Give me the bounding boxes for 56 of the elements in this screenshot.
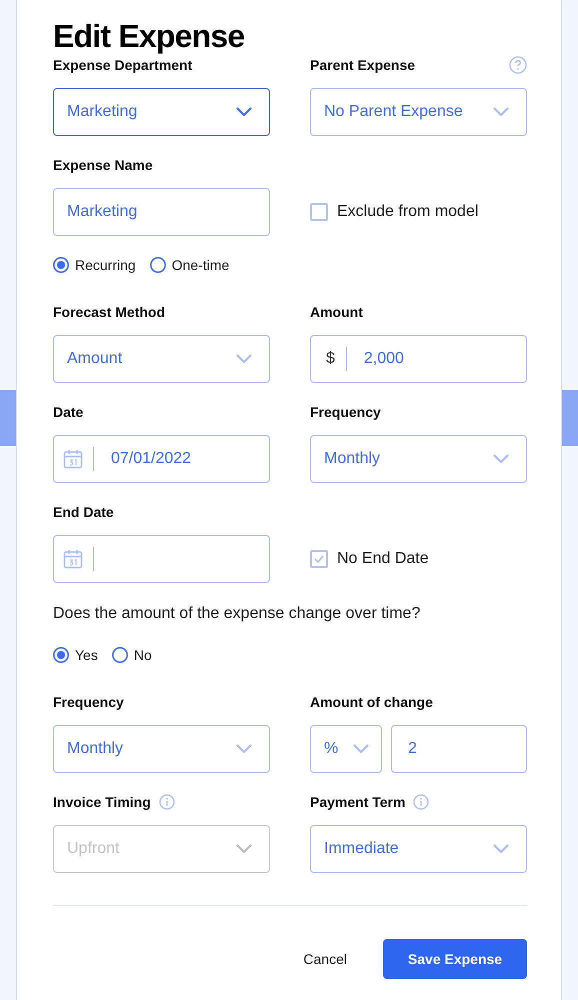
text-field[interactable]: Marketing — [53, 188, 270, 236]
chevron-down-icon — [493, 454, 509, 464]
help-icon[interactable] — [509, 56, 527, 74]
chevron-down-icon — [236, 844, 252, 854]
checkbox-label: No End Date — [337, 549, 429, 569]
field-label: Amount of change — [310, 693, 433, 712]
field-label: Date — [53, 403, 84, 422]
calendar-icon — [63, 549, 83, 569]
field-label: Expense Name — [53, 156, 153, 175]
dropdown[interactable]: Marketing — [53, 88, 270, 136]
radio-button[interactable] — [53, 647, 69, 663]
field-label: End Date — [53, 503, 114, 522]
radio-label: One-time — [172, 256, 230, 275]
field-label: Amount — [310, 303, 363, 322]
radio-button[interactable] — [150, 257, 166, 273]
info-icon[interactable] — [413, 794, 430, 810]
dropdown[interactable]: Amount — [53, 335, 270, 383]
amount-field[interactable]: $ 2,000 — [310, 335, 527, 383]
checkbox[interactable] — [310, 203, 328, 221]
radio-button[interactable] — [112, 647, 128, 663]
check-icon — [314, 555, 324, 563]
radio-label: No — [134, 646, 152, 665]
radio-label: Yes — [75, 646, 98, 665]
field-label: Forecast Method — [53, 303, 166, 322]
field-label: Invoice Timing — [53, 793, 151, 812]
field-value: 2,000 — [364, 349, 404, 369]
checkbox[interactable] — [310, 550, 328, 568]
field-value: 07/01/2022 — [111, 449, 192, 469]
field-label: Frequency — [53, 693, 124, 712]
field-label: Expense Department — [53, 56, 192, 75]
radio-button[interactable] — [53, 257, 69, 273]
date-field[interactable] — [53, 535, 270, 583]
save-button[interactable]: Save Expense — [383, 939, 527, 979]
checkbox-label: Exclude from model — [337, 202, 478, 222]
chevron-down-icon — [353, 744, 369, 754]
chevron-down-icon — [493, 844, 509, 854]
chevron-down-icon — [236, 354, 252, 364]
text-field[interactable]: 2 — [391, 725, 527, 773]
currency-symbol: $ — [326, 349, 335, 369]
modal-title: Edit Expense — [53, 17, 246, 55]
dropdown[interactable]: Monthly — [310, 435, 527, 483]
dropdown[interactable]: Monthly — [53, 725, 270, 773]
date-field[interactable]: 07/01/2022 — [53, 435, 270, 483]
dropdown[interactable]: No Parent Expense — [310, 88, 527, 136]
calendar-icon — [63, 449, 83, 469]
cancel-button[interactable]: Cancel — [291, 939, 359, 979]
unit-dropdown[interactable]: % — [310, 725, 382, 773]
dropdown[interactable]: Immediate — [310, 825, 527, 873]
chevron-down-icon — [236, 107, 252, 117]
chevron-down-icon — [236, 744, 252, 754]
question-text: Does the amount of the expense change over time? — [53, 604, 422, 624]
field-label: Frequency — [310, 403, 381, 422]
radio-label: Recurring — [75, 256, 136, 275]
field-label: Parent Expense — [310, 56, 416, 75]
chevron-down-icon — [493, 107, 509, 117]
field-label: Payment Term — [310, 793, 406, 812]
